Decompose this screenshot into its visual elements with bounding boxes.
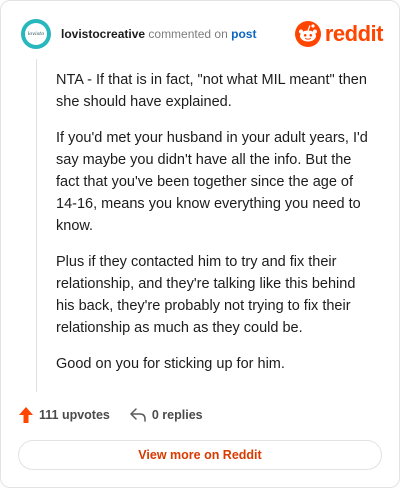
post-link[interactable]: post (231, 27, 256, 41)
reply-count: 0 replies (151, 408, 203, 422)
avatar[interactable]: lovisto (21, 19, 51, 49)
upvote-count: 111 upvotes (39, 408, 110, 422)
comment-footer: 111 upvotes 0 replies (19, 403, 223, 427)
comment-meta: lovistocreative commented on post (61, 27, 256, 41)
comment-body: NTA - If that is in fact, "not what MIL … (56, 69, 374, 389)
comment-paragraph: Good on you for sticking up for him. (56, 356, 285, 372)
reddit-logo-icon (294, 21, 321, 47)
upvote-button[interactable]: 111 upvotes (19, 407, 110, 423)
comment-paragraph: If you'd met your husband in your adult … (56, 130, 368, 234)
comment-paragraph: NTA - If that is in fact, "not what MIL … (56, 72, 367, 110)
commented-on-text: commented on (148, 27, 228, 41)
reddit-brand[interactable]: reddit (294, 21, 384, 47)
comment-paragraph: Plus if they contacted him to try and fi… (56, 254, 356, 336)
avatar-logo: lovisto (25, 23, 47, 45)
view-more-button[interactable]: View more on Reddit (18, 440, 382, 470)
reddit-wordmark: reddit (324, 21, 384, 46)
comment-header: lovisto lovistocreative commented on pos… (17, 15, 384, 55)
thread-line (36, 59, 37, 392)
embedded-comment-card: lovisto lovistocreative commented on pos… (0, 0, 400, 488)
replies-button[interactable]: 0 replies (130, 408, 203, 422)
reply-arrow-icon (130, 408, 152, 422)
upvote-arrow-icon (19, 407, 39, 423)
username-link[interactable]: lovistocreative (61, 27, 145, 41)
